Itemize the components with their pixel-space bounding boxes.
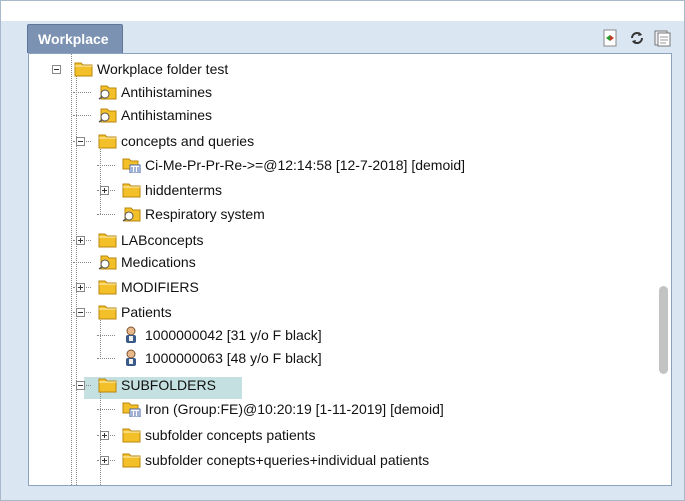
notes-icon[interactable] [653,29,671,47]
tree-node-label: Antihistamines [121,107,213,123]
tree-node-label: Patients [121,304,172,320]
tree-connector-line [97,358,115,359]
tree-node-label: LABconcepts [121,232,204,248]
tree-node[interactable]: subfolder conepts+queries+individual pat… [29,450,649,472]
tree-node-label: Medications [121,254,196,270]
workplace-window: Workplace Workplace folder test Antihist… [0,0,685,501]
refresh-icon[interactable] [628,29,646,47]
tree-node[interactable]: 1000000042 [31 y/o F black] [29,325,649,347]
folder-icon [98,278,117,295]
tree-node[interactable]: concepts and queries [29,131,649,153]
tree-node[interactable]: subfolder concepts patients [29,425,649,447]
tree-node-label: Workplace folder test [97,61,229,77]
folder-icon [98,303,117,320]
query-folder-icon [122,156,141,174]
folder-icon [98,132,117,149]
concept-folder-icon [98,106,117,123]
expand-icon[interactable] [76,236,85,245]
tree-node[interactable]: Respiratory system [29,204,649,226]
tree-node-label: subfolder concepts patients [145,427,316,443]
tree-node[interactable]: hiddenterms [29,180,649,202]
tree-connector-line [97,165,115,166]
workplace-tree-panel[interactable]: Workplace folder test Antihistamines Antih… [28,53,672,486]
tree-node-label: 1000000042 [31 y/o F black] [145,327,322,343]
collapse-icon[interactable] [76,381,85,390]
tree-connector-line [73,262,91,263]
tree-node-label: concepts and queries [121,133,255,149]
folder-icon [74,60,93,77]
tree-node[interactable]: Antihistamines [29,82,649,104]
concept-folder-icon [98,253,117,270]
tree-node[interactable]: Workplace folder test [29,59,649,81]
folder-icon [98,231,117,248]
patient-icon [122,326,141,343]
tree-node[interactable]: Ci-Me-Pr-Pr-Re->=@12:14:58 [12-7-2018] [… [29,155,649,177]
folder-icon [122,451,141,468]
tree-connector-line [97,409,115,410]
collapse-icon[interactable] [76,308,85,317]
tree-node-label: MODIFIERS [121,279,199,295]
concept-folder-icon [98,83,117,100]
tree-node-label: Iron (Group:FE)@10:20:19 [1-11-2019] [de… [145,401,444,417]
tree-node-label: Respiratory system [145,206,265,222]
tree-node-label: 1000000063 [48 y/o F black] [145,350,322,366]
tree-connector-line [73,115,91,116]
query-folder-icon [122,400,141,418]
concept-folder-icon [122,205,141,222]
tree-node[interactable]: 1000000063 [48 y/o F black] [29,348,649,370]
tree-connector-line [97,335,115,336]
collapse-icon[interactable] [52,65,61,74]
expand-icon[interactable] [100,431,109,440]
folder-icon [122,426,141,443]
expand-icon[interactable] [76,283,85,292]
tree-connector-line [73,92,91,93]
tree-node[interactable]: Medications [29,252,649,274]
vertical-scrollbar[interactable] [659,56,669,482]
patient-icon [122,349,141,366]
top-gap [1,1,684,21]
export-icon[interactable] [601,29,619,47]
tree-node-label: Antihistamines [121,84,213,100]
tree-node[interactable]: MODIFIERS [29,277,649,299]
tree-node[interactable]: LABconcepts [29,230,649,252]
scrollbar-thumb[interactable] [659,286,668,374]
tree-node[interactable]: Iron (Group:FE)@10:20:19 [1-11-2019] [de… [29,399,649,421]
tree-node-label: subfolder conepts+queries+individual pat… [145,452,430,468]
tab-workplace[interactable]: Workplace [27,24,123,53]
tree-node-label: hiddenterms [145,182,223,198]
tree-node[interactable]: Antihistamines [29,105,649,127]
tree-node[interactable]: SUBFOLDERS [29,375,649,397]
folder-icon [98,376,117,393]
tree-node-label: Ci-Me-Pr-Pr-Re->=@12:14:58 [12-7-2018] [… [145,157,466,173]
expand-icon[interactable] [100,456,109,465]
tree-node-label: SUBFOLDERS [121,377,216,393]
collapse-icon[interactable] [76,137,85,146]
tree-connector-line [97,214,115,215]
folder-icon [122,181,141,198]
expand-icon[interactable] [100,186,109,195]
tree-node[interactable]: Patients [29,302,649,324]
tab-workplace-label: Workplace [38,31,109,47]
